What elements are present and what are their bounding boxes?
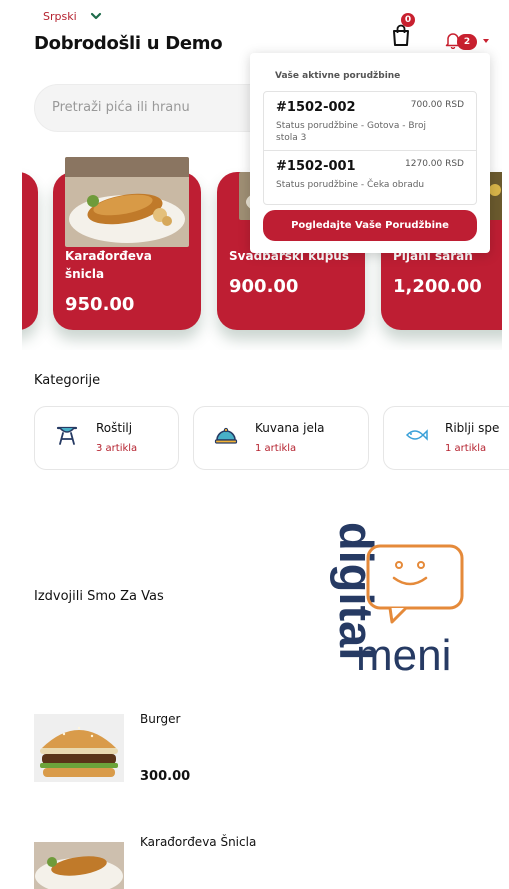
featured-card-price: 900.00 bbox=[229, 276, 299, 297]
order-item[interactable]: #1502-002 700.00 RSD Status porudžbine -… bbox=[264, 92, 476, 148]
order-id: #1502-002 bbox=[276, 100, 356, 115]
view-orders-button[interactable]: Pogledajte Vaše Porudžbine bbox=[263, 210, 477, 241]
welcome-title: Dobrodošli u Demo bbox=[34, 33, 223, 54]
category-card[interactable]: Riblji spe 1 artikla bbox=[383, 406, 509, 470]
language-label: Srpski bbox=[43, 9, 77, 23]
featured-card-price: 950.00 bbox=[65, 294, 135, 315]
food-item-price: 300.00 bbox=[140, 769, 191, 784]
orders-list: #1502-002 700.00 RSD Status porudžbine -… bbox=[263, 91, 477, 205]
chevron-down-icon bbox=[90, 12, 101, 20]
food-image[interactable] bbox=[34, 714, 124, 782]
featured-for-you-title: Izdvojili Smo Za Vas bbox=[34, 589, 164, 604]
order-status: Status porudžbine - Gotova - Broj stola … bbox=[276, 121, 427, 143]
category-card[interactable]: Roštilj 3 artikla bbox=[34, 406, 179, 470]
fish-icon bbox=[405, 429, 428, 441]
featured-card[interactable]: Karađorđeva šnicla 950.00 bbox=[53, 157, 201, 330]
category-count: 1 artikla bbox=[255, 443, 297, 454]
category-name: Kuvana jela bbox=[255, 421, 325, 435]
category-count: 1 artikla bbox=[445, 443, 487, 454]
order-amount: 700.00 RSD bbox=[410, 100, 464, 110]
notification-count-badge: 2 bbox=[457, 34, 477, 50]
food-item-name: Karađorđeva Šnicla bbox=[140, 835, 257, 849]
categories-title: Kategorije bbox=[34, 373, 101, 388]
grill-icon bbox=[56, 426, 78, 445]
digital-meni-logo: digital meni bbox=[330, 522, 464, 680]
category-name: Riblji spe bbox=[445, 421, 500, 435]
order-item[interactable]: #1502-001 1270.00 RSD Status porudžbine … bbox=[264, 150, 476, 206]
food-item-name: Burger bbox=[140, 712, 181, 726]
language-selector[interactable]: Srpski bbox=[43, 9, 103, 23]
category-count: 3 artikla bbox=[96, 443, 138, 454]
category-name: Roštilj bbox=[96, 421, 133, 435]
order-status: Status porudžbine - Čeka obradu bbox=[276, 180, 425, 190]
active-orders-dropdown: Vaše aktivne porudžbine #1502-002 700.00… bbox=[250, 53, 490, 253]
featured-card-name: Karađorđeva šnicla bbox=[65, 249, 152, 281]
featured-card-partial[interactable] bbox=[22, 172, 38, 330]
dropdown-title: Vaše aktivne porudžbine bbox=[275, 71, 401, 81]
cloche-icon bbox=[214, 427, 238, 444]
order-id: #1502-001 bbox=[276, 159, 356, 174]
caret-down-icon[interactable] bbox=[483, 39, 489, 43]
logo-word-bottom: meni bbox=[356, 631, 451, 680]
cart-count-badge: 0 bbox=[401, 13, 415, 27]
featured-card-price: 1,200.00 bbox=[393, 276, 482, 297]
category-card[interactable]: Kuvana jela 1 artikla bbox=[193, 406, 369, 470]
food-image bbox=[65, 157, 189, 247]
order-amount: 1270.00 RSD bbox=[405, 159, 464, 169]
food-image[interactable] bbox=[34, 842, 124, 889]
